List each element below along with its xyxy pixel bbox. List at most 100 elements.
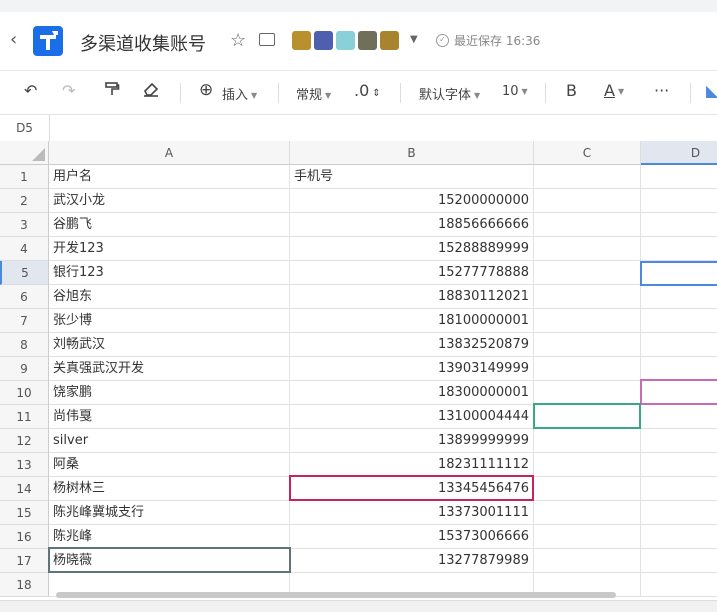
row-header[interactable]: 14 (0, 477, 49, 501)
cell-username[interactable]: 饶家鹏 (49, 381, 290, 405)
cell-empty[interactable] (534, 213, 641, 237)
cell-username[interactable]: 陈兆峰冀城支行 (49, 501, 290, 525)
cell-empty[interactable] (641, 309, 717, 333)
column-header-b[interactable]: B (290, 141, 534, 165)
cell-empty[interactable] (641, 477, 717, 501)
cell-empty[interactable] (534, 357, 641, 381)
cell-empty[interactable] (641, 525, 717, 549)
cell-phone[interactable]: 15373006666 (290, 525, 534, 549)
cell-username[interactable]: 武汉小龙 (49, 189, 290, 213)
avatar[interactable] (336, 31, 355, 50)
app-logo[interactable] (33, 26, 63, 56)
avatar[interactable] (380, 31, 399, 50)
cell-username[interactable]: silver (49, 429, 290, 453)
cell-username[interactable]: 开发123 (49, 237, 290, 261)
redo-icon[interactable]: ↷ (62, 81, 75, 100)
cell-empty[interactable] (534, 429, 641, 453)
cell-empty[interactable] (641, 357, 717, 381)
cell-empty[interactable] (641, 549, 717, 573)
cell-empty[interactable] (534, 525, 641, 549)
cell-phone[interactable]: 18300000001 (290, 381, 534, 405)
cell-reference[interactable]: D5 (0, 115, 50, 141)
font-color-button[interactable]: A ▼ (604, 81, 624, 100)
row-header[interactable]: 1 (0, 165, 49, 189)
cell-empty[interactable] (534, 381, 641, 405)
cell-empty[interactable] (534, 333, 641, 357)
cell-username[interactable]: 关真强武汉开发 (49, 357, 290, 381)
row-header[interactable]: 2 (0, 189, 49, 213)
cell-username[interactable]: 谷鹏飞 (49, 213, 290, 237)
insert-button[interactable]: 插入 ▼ (222, 84, 257, 103)
cell-empty[interactable] (534, 477, 641, 501)
row-header[interactable]: 16 (0, 525, 49, 549)
cell-empty[interactable] (534, 309, 641, 333)
avatar[interactable] (292, 31, 311, 50)
select-all-corner[interactable] (0, 141, 49, 165)
row-header[interactable]: 5 (0, 261, 49, 285)
cell-username[interactable]: 谷旭东 (49, 285, 290, 309)
horizontal-scrollbar[interactable] (56, 592, 616, 598)
cell-phone[interactable]: 手机号 (290, 165, 534, 189)
cell-empty[interactable] (534, 549, 641, 573)
cell-empty[interactable] (534, 261, 641, 285)
cell-empty[interactable] (641, 213, 717, 237)
cell-phone[interactable]: 15277778888 (290, 261, 534, 285)
cell-empty[interactable] (641, 453, 717, 477)
cell-empty[interactable] (641, 165, 717, 189)
font-family-select[interactable]: 默认字体 ▼ (419, 84, 480, 103)
cell-phone[interactable]: 18856666666 (290, 213, 534, 237)
row-header[interactable]: 17 (0, 549, 49, 573)
row-header[interactable]: 4 (0, 237, 49, 261)
cell-phone[interactable]: 15288889999 (290, 237, 534, 261)
row-header[interactable]: 6 (0, 285, 49, 309)
cell-phone[interactable]: 18231111112 (290, 453, 534, 477)
cell-phone[interactable]: 13345456476 (290, 477, 534, 501)
row-header[interactable]: 8 (0, 333, 49, 357)
eraser-icon[interactable] (143, 81, 160, 101)
cell-empty[interactable] (641, 501, 717, 525)
row-header[interactable]: 15 (0, 501, 49, 525)
cell-empty[interactable] (641, 381, 717, 405)
cell-empty[interactable] (641, 429, 717, 453)
cell-empty[interactable] (641, 285, 717, 309)
cell-empty[interactable] (641, 573, 717, 597)
undo-icon[interactable]: ↶ (24, 81, 37, 100)
cell-username[interactable]: 阿桑 (49, 453, 290, 477)
cell-username[interactable]: 银行123 (49, 261, 290, 285)
cell-username[interactable]: 用户名 (49, 165, 290, 189)
cell-empty[interactable] (534, 285, 641, 309)
back-icon[interactable]: ‹ (10, 30, 30, 50)
cell-phone[interactable]: 18100000001 (290, 309, 534, 333)
insert-plus-icon[interactable]: ⊕ (199, 80, 213, 100)
row-header[interactable]: 18 (0, 573, 49, 597)
cell-username[interactable]: 杨晓薇 (49, 549, 290, 573)
row-header[interactable]: 13 (0, 453, 49, 477)
cell-username[interactable]: 刘畅武汉 (49, 333, 290, 357)
cell-phone[interactable]: 13832520879 (290, 333, 534, 357)
cell-empty[interactable] (534, 453, 641, 477)
cell-empty[interactable] (641, 261, 717, 285)
doc-title[interactable]: 多渠道收集账号 (80, 30, 206, 56)
cell-phone[interactable]: 13373001111 (290, 501, 534, 525)
cell-empty[interactable] (641, 189, 717, 213)
font-size-select[interactable]: 10 ▼ (502, 84, 528, 99)
decimal-button[interactable]: .0 ⇕ (354, 81, 381, 100)
row-header[interactable]: 7 (0, 309, 49, 333)
row-header[interactable]: 11 (0, 405, 49, 429)
cell-empty[interactable] (641, 333, 717, 357)
avatar[interactable] (358, 31, 377, 50)
cell-empty[interactable] (534, 189, 641, 213)
cell-username[interactable]: 张少博 (49, 309, 290, 333)
fill-color-icon[interactable]: ◣ (706, 81, 717, 100)
number-format-select[interactable]: 常规 ▼ (296, 84, 331, 103)
cell-phone[interactable]: 13100004444 (290, 405, 534, 429)
format-painter-icon[interactable] (104, 81, 120, 101)
cell-phone[interactable]: 13277879989 (290, 549, 534, 573)
cell-empty[interactable] (534, 501, 641, 525)
star-icon[interactable]: ☆ (230, 30, 246, 51)
row-header[interactable]: 3 (0, 213, 49, 237)
bold-button[interactable]: B (566, 81, 577, 100)
cell-empty[interactable] (534, 405, 641, 429)
cell-empty[interactable] (534, 165, 641, 189)
row-header[interactable]: 9 (0, 357, 49, 381)
